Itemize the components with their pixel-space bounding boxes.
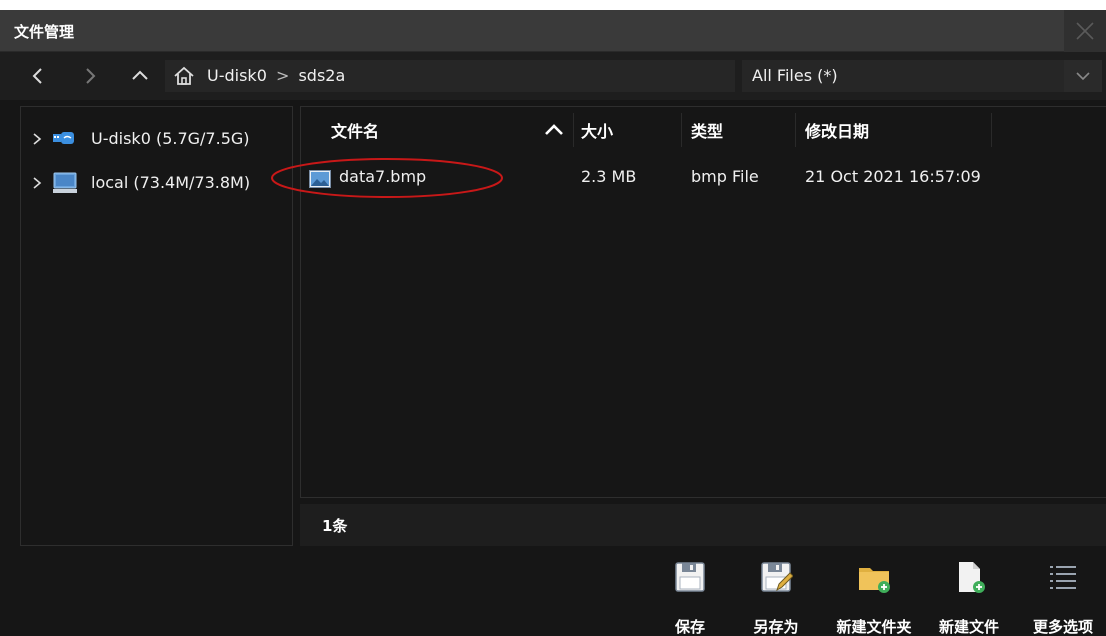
close-button[interactable] bbox=[1064, 10, 1106, 52]
bottom-toolbar: 保存 另存为 新建文件夹 新建文件 更多选项 bbox=[0, 546, 1106, 636]
title-bar: 文件管理 bbox=[0, 10, 1106, 52]
new-file-label: 新建文件 bbox=[938, 618, 999, 636]
filter-dropdown-button[interactable] bbox=[1064, 60, 1102, 92]
column-divider[interactable] bbox=[991, 113, 992, 147]
breadcrumb-separator: > bbox=[275, 66, 290, 85]
column-header-name[interactable]: 文件名 bbox=[331, 107, 379, 151]
chevron-right-icon[interactable] bbox=[31, 176, 43, 190]
sort-ascending-icon[interactable] bbox=[544, 124, 564, 136]
status-bar: 1条 bbox=[300, 504, 1106, 546]
tree-item-u-disk0[interactable]: U-disk0 (5.7G/7.5G) bbox=[21, 121, 291, 157]
column-divider[interactable] bbox=[681, 113, 682, 147]
save-label: 保存 bbox=[674, 618, 705, 636]
more-options-button[interactable]: 更多选项 bbox=[1020, 554, 1106, 636]
tree-item-local[interactable]: local (73.4M/73.8M) bbox=[21, 165, 291, 201]
new-folder-button[interactable]: 新建文件夹 bbox=[831, 554, 917, 636]
file-size: 2.3 MB bbox=[581, 167, 637, 186]
forward-icon[interactable] bbox=[78, 64, 102, 88]
file-type-filter[interactable]: All Files (*) bbox=[742, 60, 1064, 92]
file-manager-window: 文件管理 U-disk0 > sds2a All Files (*) U-dis… bbox=[0, 10, 1106, 636]
breadcrumb-root[interactable]: U-disk0 bbox=[207, 66, 267, 85]
new-folder-label: 新建文件夹 bbox=[836, 618, 912, 636]
up-icon[interactable] bbox=[128, 64, 152, 88]
home-icon[interactable] bbox=[173, 66, 195, 86]
list-menu-icon bbox=[1050, 566, 1076, 589]
column-header-type[interactable]: 类型 bbox=[691, 107, 723, 151]
save-as-icon bbox=[761, 562, 793, 592]
save-icon bbox=[675, 562, 705, 592]
back-icon[interactable] bbox=[26, 64, 50, 88]
column-header-size[interactable]: 大小 bbox=[581, 107, 613, 151]
file-modified: 21 Oct 2021 16:57:09 bbox=[805, 167, 981, 186]
file-list: 文件名 大小 类型 修改日期 data7.bmp 2.3 MB bmp File… bbox=[271, 106, 1106, 498]
local-disk-icon bbox=[53, 172, 77, 193]
path-text: U-disk0 > sds2a bbox=[207, 66, 345, 85]
window-title: 文件管理 bbox=[14, 23, 75, 41]
new-file-icon bbox=[959, 562, 985, 593]
file-row[interactable]: data7.bmp 2.3 MB bmp File 21 Oct 2021 16… bbox=[271, 158, 1106, 198]
column-divider[interactable] bbox=[795, 113, 796, 147]
more-options-label: 更多选项 bbox=[1032, 618, 1093, 636]
save-button[interactable]: 保存 bbox=[647, 554, 733, 636]
close-icon bbox=[1076, 22, 1094, 40]
tree-item-label: local (73.4M/73.8M) bbox=[91, 173, 251, 192]
column-divider[interactable] bbox=[573, 113, 574, 147]
save-as-button[interactable]: 另存为 bbox=[733, 554, 819, 636]
navigation-bar: U-disk0 > sds2a All Files (*) bbox=[0, 52, 1106, 100]
file-type: bmp File bbox=[691, 167, 759, 186]
tree-item-label: U-disk0 (5.7G/7.5G) bbox=[91, 129, 250, 148]
path-breadcrumb[interactable]: U-disk0 > sds2a bbox=[165, 60, 735, 92]
save-as-label: 另存为 bbox=[753, 618, 799, 636]
chevron-right-icon[interactable] bbox=[31, 132, 43, 146]
highlight-ellipse bbox=[271, 158, 503, 198]
drive-tree: U-disk0 (5.7G/7.5G) local (73.4M/73.8M) bbox=[20, 106, 293, 546]
new-folder-icon bbox=[859, 568, 890, 593]
new-file-button[interactable]: 新建文件 bbox=[926, 554, 1012, 636]
breadcrumb-folder[interactable]: sds2a bbox=[298, 66, 345, 85]
filter-value: All Files (*) bbox=[752, 66, 838, 85]
chevron-down-icon bbox=[1076, 72, 1090, 81]
usb-drive-icon bbox=[53, 132, 74, 144]
item-count: 1条 bbox=[322, 517, 348, 535]
column-header-modified[interactable]: 修改日期 bbox=[805, 107, 869, 151]
